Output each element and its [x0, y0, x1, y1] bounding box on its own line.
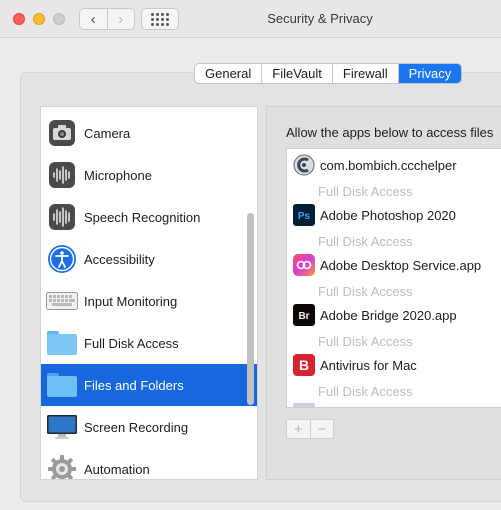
app-permission: Full Disk Access	[318, 184, 413, 199]
window-title: Security & Privacy	[267, 11, 373, 26]
close-window-button[interactable]	[13, 13, 25, 25]
forward-button[interactable]: ›	[106, 9, 135, 29]
tab-filevault[interactable]: FileVault	[262, 64, 333, 83]
sidebar-item-label: Camera	[84, 125, 131, 141]
app-name: Adobe Desktop Service.app	[320, 258, 482, 273]
app-permission: Full Disk Access	[318, 384, 413, 399]
adobe-cc-icon	[293, 254, 315, 276]
app-permission: Full Disk Access	[318, 284, 413, 299]
sidebar-item-label: Input Monitoring	[84, 293, 178, 309]
sidebar-item-microphone[interactable]: Microphone	[41, 154, 257, 196]
add-app-button[interactable]: +	[287, 420, 310, 438]
folder-icon	[46, 327, 78, 359]
gear-icon	[46, 453, 78, 479]
remove-app-button[interactable]: −	[309, 420, 334, 438]
title-bar: ‹ › Security & Privacy	[0, 0, 501, 38]
camera-icon	[46, 117, 78, 149]
bridge-badge: Br	[298, 311, 309, 322]
antivirus-badge: B	[299, 357, 309, 373]
keyboard-icon	[46, 285, 78, 317]
list-item[interactable]: com.bombich.ccchelper Full Disk Access	[287, 149, 501, 199]
tab-privacy[interactable]: Privacy	[398, 64, 462, 83]
sidebar-item-full-disk-access[interactable]: Full Disk Access	[41, 322, 257, 364]
nav-buttons: ‹ ›	[79, 8, 135, 30]
list-item[interactable]: Adobe Desktop Service.app Full Disk Acce…	[287, 249, 501, 299]
tab-bar: General FileVault Firewall Privacy	[194, 63, 463, 84]
apps-list-header: Allow the apps below to access files	[286, 125, 494, 140]
sidebar-item-screen-recording[interactable]: Screen Recording	[41, 406, 257, 448]
privacy-category-list[interactable]: Camera Microphone Speech Recognition Acc…	[40, 106, 258, 480]
accessibility-icon	[46, 243, 78, 275]
photoshop-badge: Ps	[298, 211, 311, 222]
microphone-icon	[46, 159, 78, 191]
sidebar-item-label: Automation	[84, 461, 150, 477]
sidebar-item-label: Files and Folders	[84, 377, 184, 393]
minimize-window-button[interactable]	[33, 13, 45, 25]
list-item[interactable]: B Antivirus for Mac Full Disk Access	[287, 349, 501, 399]
zoom-window-button[interactable]	[53, 13, 65, 25]
sidebar-item-label: Full Disk Access	[84, 335, 179, 351]
sidebar-item-automation[interactable]: Automation	[41, 448, 257, 479]
tab-general[interactable]: General	[195, 64, 263, 83]
back-button[interactable]: ‹	[80, 9, 107, 29]
sidebar-item-label: Accessibility	[84, 251, 155, 267]
app-name: Adobe Bridge 2020.app	[320, 308, 457, 323]
monitor-icon	[46, 411, 78, 443]
app-icon-partial	[293, 403, 315, 407]
sidebar-item-speech-recognition[interactable]: Speech Recognition	[41, 196, 257, 238]
sidebar-item-label: Microphone	[84, 167, 152, 183]
grid-icon	[151, 12, 169, 26]
sidebar-item-camera[interactable]: Camera	[41, 112, 257, 154]
app-name: Adobe Photoshop 2020	[320, 208, 456, 223]
photoshop-icon: Ps	[293, 204, 315, 226]
list-item-partial	[287, 401, 501, 407]
sidebar-item-input-monitoring[interactable]: Input Monitoring	[41, 280, 257, 322]
sidebar-item-label: Screen Recording	[84, 419, 189, 435]
sidebar-item-accessibility[interactable]: Accessibility	[41, 238, 257, 280]
speech-recognition-icon	[46, 201, 78, 233]
app-permission: Full Disk Access	[318, 234, 413, 249]
sidebar-scrollbar[interactable]	[247, 213, 254, 405]
bridge-icon: Br	[293, 304, 315, 326]
list-item[interactable]: Br Adobe Bridge 2020.app Full Disk Acces…	[287, 299, 501, 349]
apps-list[interactable]: com.bombich.ccchelper Full Disk Access P…	[286, 148, 501, 408]
folder-icon	[46, 369, 78, 401]
antivirus-icon: B	[293, 354, 315, 376]
tab-firewall[interactable]: Firewall	[333, 64, 399, 83]
list-item[interactable]: Ps Adobe Photoshop 2020 Full Disk Access	[287, 199, 501, 249]
show-all-button[interactable]	[141, 8, 179, 30]
ccc-icon	[293, 154, 315, 176]
sidebar-item-files-and-folders[interactable]: Files and Folders	[41, 364, 257, 406]
app-name: Antivirus for Mac	[320, 358, 417, 373]
app-name: com.bombich.ccchelper	[320, 158, 457, 173]
sidebar-item-partial	[41, 107, 257, 110]
app-permission: Full Disk Access	[318, 334, 413, 349]
add-remove-buttons: + −	[286, 419, 334, 439]
location-icon	[46, 107, 78, 108]
sidebar-item-label: Speech Recognition	[84, 209, 201, 225]
